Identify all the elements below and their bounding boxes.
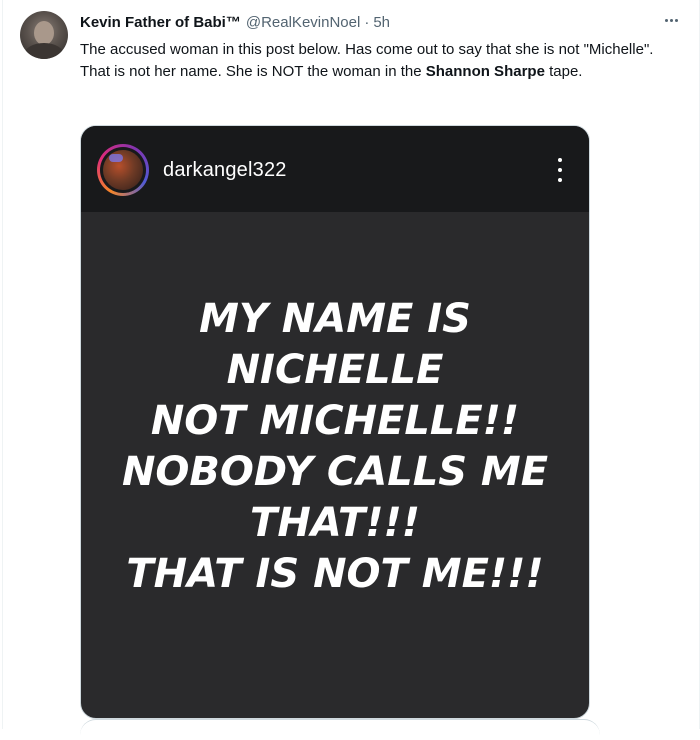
statement-line: THAT IS NOT ME!!! — [126, 551, 544, 597]
instagram-header: darkangel322 — [81, 126, 589, 212]
header-separator: · — [364, 13, 370, 31]
author-name[interactable]: Kevin Father of Babi™ — [80, 14, 241, 31]
next-card-edge — [80, 719, 600, 740]
statement-line: THAT!!! — [250, 500, 420, 546]
tweet-header: Kevin Father of Babi™ @RealKevinNoel · 5… — [80, 12, 390, 32]
more-horizontal-icon — [669, 18, 673, 22]
author-avatar[interactable] — [20, 11, 68, 59]
avatar-photo — [103, 150, 143, 190]
shannon-sharpe-link[interactable]: Shannon Sharpe — [426, 63, 545, 80]
menu-dot — [558, 168, 562, 172]
statement-line: NOT MICHELLE!! — [150, 398, 520, 444]
more-horizontal-icon — [664, 18, 668, 22]
author-handle[interactable]: @RealKevinNoel — [246, 14, 360, 31]
tweet-text-part2: tape. — [544, 63, 583, 80]
avatar-face — [34, 21, 54, 45]
timeline-left-border — [2, 0, 3, 729]
embedded-image-card[interactable]: darkangel322 MY NAME IS NICHELLE NOT MIC… — [80, 125, 590, 719]
more-vertical-icon — [557, 158, 563, 182]
statement-line: NOBODY CALLS ME — [121, 449, 549, 495]
statement-line: MY NAME IS — [199, 296, 471, 342]
statement-line: NICHELLE — [226, 347, 444, 393]
menu-dot — [558, 158, 562, 162]
menu-dot — [558, 178, 562, 182]
more-options-button[interactable] — [658, 10, 684, 30]
instagram-avatar — [97, 144, 149, 196]
tweet-timestamp[interactable]: 5h — [373, 14, 390, 31]
avatar-shoulders — [24, 43, 64, 59]
statement-text: MY NAME IS NICHELLE NOT MICHELLE!! NOBOD… — [81, 294, 589, 600]
more-horizontal-icon — [674, 18, 678, 22]
tweet-text: The accused woman in this post below. Ha… — [80, 39, 680, 83]
instagram-username: darkangel322 — [163, 159, 287, 181]
